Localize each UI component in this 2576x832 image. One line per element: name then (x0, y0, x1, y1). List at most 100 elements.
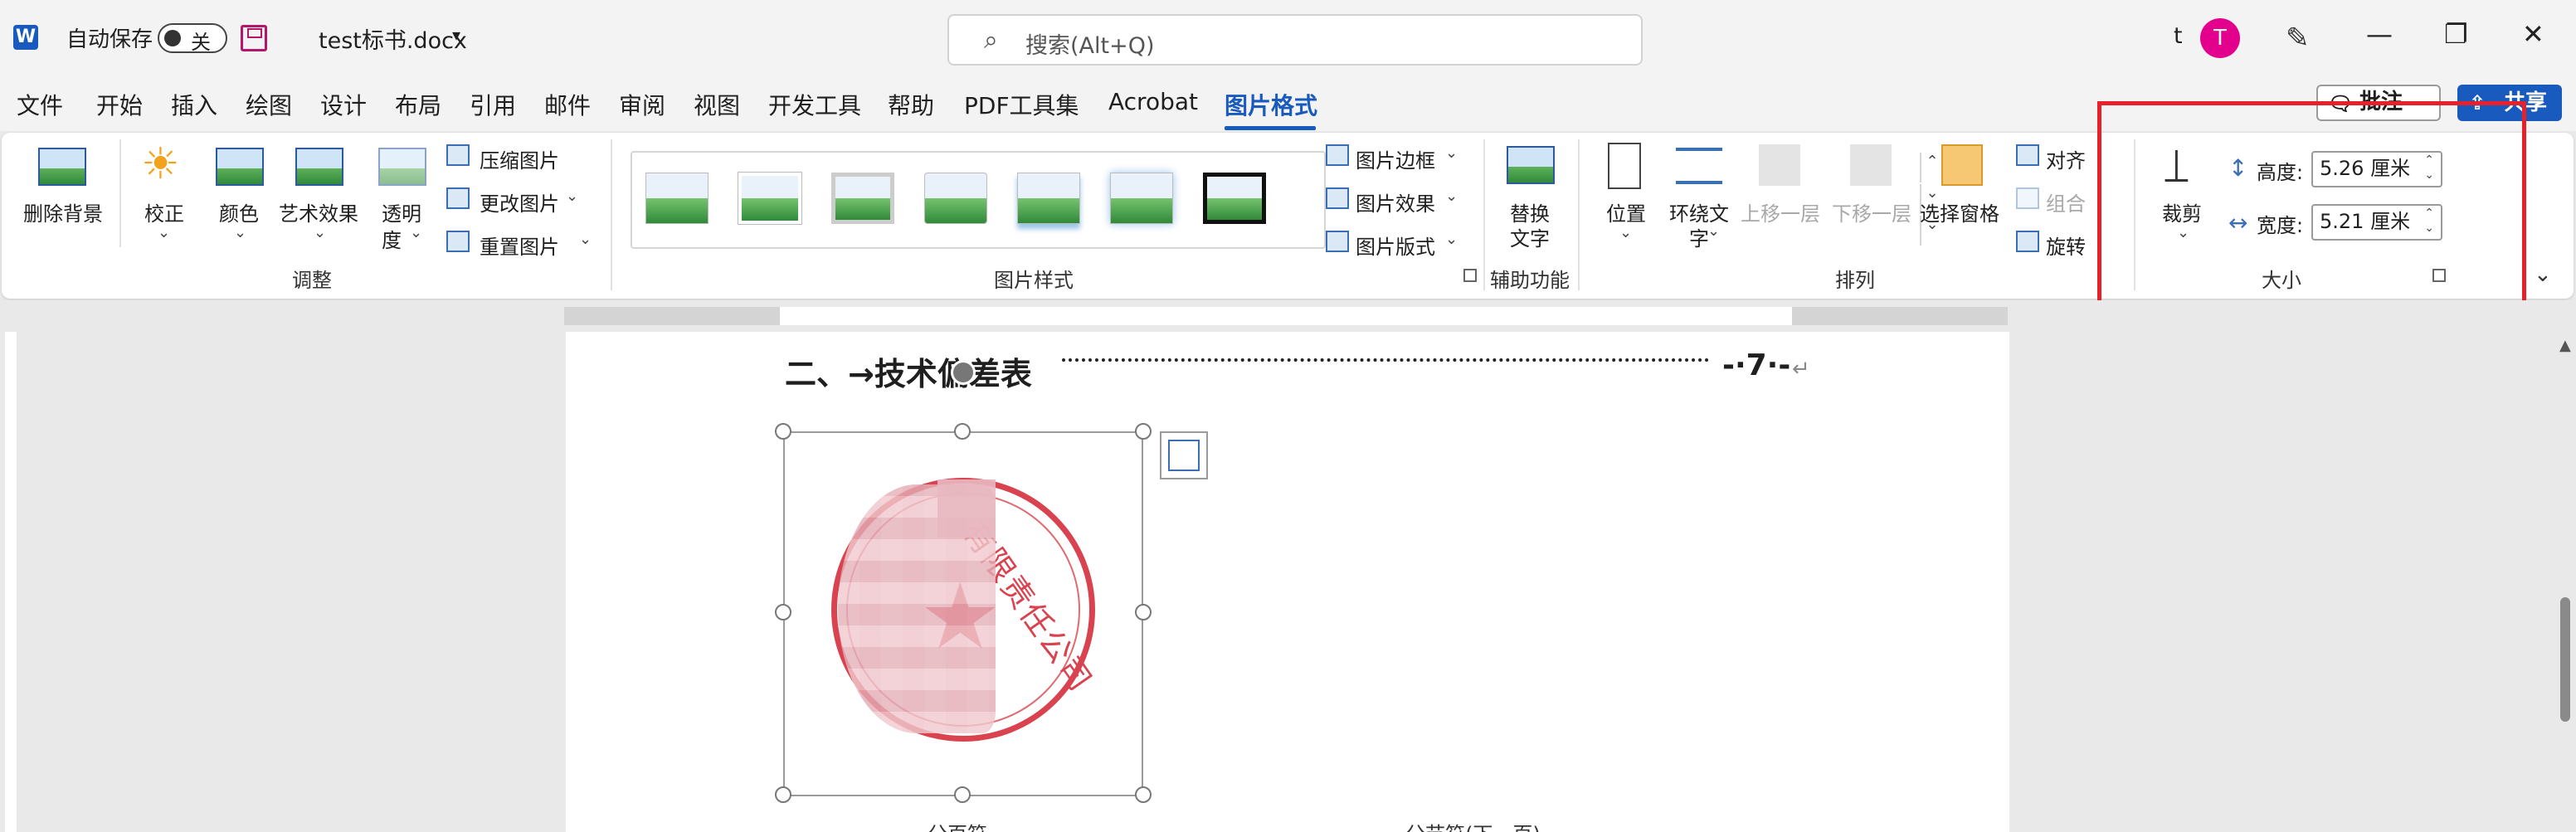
chevron-down-icon[interactable]: ⌄ (1445, 144, 1458, 162)
chevron-down-icon[interactable]: ⌄ (234, 224, 246, 241)
resize-handle-l[interactable] (775, 604, 791, 620)
picture-layout-icon[interactable] (1326, 231, 1349, 252)
style-thumb-1[interactable] (645, 173, 709, 224)
wrap-text-label-2[interactable]: 字 (1689, 222, 1709, 251)
minimize-icon[interactable]: — (2366, 18, 2393, 50)
group-divider (1578, 139, 1580, 290)
change-picture-icon[interactable] (446, 187, 470, 209)
tab-picture-format[interactable]: 图片格式 (1225, 88, 1317, 121)
chevron-down-icon[interactable]: ⌄ (158, 224, 170, 241)
chevron-down-icon[interactable]: ⌄ (579, 231, 592, 248)
tab-mailings[interactable]: 邮件 (544, 88, 591, 121)
compress-pictures-button[interactable]: 压缩图片 (480, 144, 559, 173)
resize-handle-t[interactable] (954, 423, 971, 440)
horizontal-ruler[interactable] (0, 300, 2576, 332)
align-button[interactable]: 对齐 (2046, 144, 2086, 173)
document-page[interactable] (566, 332, 2009, 832)
search-box[interactable]: ⌕ 搜索(Alt+Q) (947, 14, 1643, 66)
position-button[interactable]: 位置 (1606, 197, 1646, 226)
style-thumb-6[interactable] (1110, 173, 1173, 224)
picture-border-icon[interactable] (1326, 144, 1349, 166)
tab-acrobat[interactable]: Acrobat (1108, 88, 1198, 115)
chevron-down-icon[interactable]: ⌄ (1619, 224, 1632, 241)
document-name[interactable]: test标书.docx (319, 22, 467, 55)
save-icon[interactable] (241, 25, 267, 51)
compress-pictures-icon[interactable] (446, 144, 470, 166)
artistic-effects-icon[interactable] (295, 148, 343, 186)
reset-picture-icon[interactable] (446, 231, 470, 252)
tab-home[interactable]: 开始 (96, 88, 143, 121)
scrollbar-thumb[interactable] (2560, 597, 2570, 722)
tab-review[interactable]: 审阅 (619, 88, 665, 121)
transparency-icon[interactable] (378, 148, 426, 186)
reset-picture-button[interactable]: 重置图片 (480, 231, 559, 260)
resize-handle-tl[interactable] (775, 423, 791, 440)
picture-effects-icon[interactable] (1326, 187, 1349, 209)
color-button[interactable]: 颜色 (219, 197, 259, 226)
artistic-effects-button[interactable]: 艺术效果 (279, 197, 358, 226)
tab-layout[interactable]: 布局 (395, 88, 441, 121)
resize-handle-bl[interactable] (775, 786, 791, 803)
chevron-down-icon[interactable]: ⌄ (410, 224, 422, 241)
gallery-scroll-up[interactable]: ⌃ (1920, 153, 1943, 182)
rotate-button[interactable]: 旋转 (2046, 231, 2086, 260)
chevron-down-icon[interactable]: ⌄ (566, 187, 578, 205)
vertical-ruler[interactable] (0, 332, 25, 832)
chevron-down-icon[interactable]: ⌄ (314, 224, 326, 241)
transparency-label-2[interactable]: 度 (382, 224, 402, 253)
change-picture-button[interactable]: 更改图片 (480, 187, 559, 217)
style-thumb-7[interactable] (1203, 173, 1266, 224)
resize-handle-r[interactable] (1135, 604, 1152, 620)
picture-effects-button[interactable]: 图片效果 (1356, 187, 1435, 217)
align-icon[interactable] (2016, 144, 2039, 166)
selection-pane-button[interactable]: 选择窗格 (1920, 197, 1999, 226)
wrap-text-icon[interactable] (1676, 148, 1722, 184)
selection-pane-icon[interactable] (1941, 144, 1983, 186)
ribbon-collapse-icon[interactable]: ⌄ (2534, 262, 2552, 287)
restore-icon[interactable]: ❐ (2444, 18, 2468, 50)
alt-text-label-2[interactable]: 文字 (1510, 222, 1550, 251)
chevron-down-icon[interactable]: ▾ (452, 25, 460, 45)
remove-background-icon[interactable] (38, 148, 86, 186)
tab-developer[interactable]: 开发工具 (768, 88, 861, 121)
pen-icon[interactable]: ✎ (2286, 22, 2310, 55)
tab-help[interactable]: 帮助 (888, 88, 934, 121)
avatar[interactable]: T (2200, 18, 2240, 58)
close-icon[interactable]: ✕ (2522, 18, 2544, 50)
tab-pdf-tools[interactable]: PDF工具集 (964, 88, 1079, 121)
tab-view[interactable]: 视图 (694, 88, 740, 121)
tab-references[interactable]: 引用 (470, 88, 516, 121)
rotate-icon[interactable] (2016, 231, 2039, 252)
chevron-down-icon[interactable]: ⌄ (1707, 222, 1720, 240)
alt-text-icon[interactable] (1507, 146, 1555, 184)
tab-insert[interactable]: 插入 (171, 88, 217, 121)
dialog-launcher-icon[interactable] (1463, 269, 1477, 282)
chevron-down-icon[interactable]: ⌄ (1445, 231, 1458, 248)
style-thumb-5[interactable] (1017, 173, 1080, 224)
position-icon[interactable] (1608, 143, 1641, 189)
picture-border-button[interactable]: 图片边框 (1356, 144, 1435, 173)
vertical-scrollbar[interactable]: ▲ (2555, 332, 2576, 832)
style-thumb-3[interactable] (831, 173, 894, 224)
style-thumb-2[interactable] (738, 173, 801, 224)
picture-layout-button[interactable]: 图片版式 (1356, 231, 1435, 260)
corrections-sun-icon[interactable]: ☀ (141, 143, 180, 186)
autosave-toggle[interactable]: 关 (158, 23, 227, 54)
tab-draw[interactable]: 绘图 (246, 88, 292, 121)
image-selection-frame[interactable] (783, 431, 1143, 796)
style-thumb-4[interactable] (924, 173, 987, 224)
remove-background-button[interactable]: 删除背景 (23, 197, 103, 226)
resize-handle-tr[interactable] (1135, 423, 1152, 440)
toc-heading[interactable]: 二、→技术偏差表 (785, 348, 1032, 394)
scroll-up-icon[interactable]: ▲ (2559, 337, 2571, 354)
resize-handle-b[interactable] (954, 786, 971, 803)
rotate-handle[interactable] (951, 360, 976, 385)
corrections-button[interactable]: 校正 (144, 197, 184, 226)
tab-file[interactable]: 文件 (17, 88, 63, 121)
layout-options-button[interactable] (1160, 431, 1208, 479)
color-icon[interactable] (216, 148, 264, 186)
chevron-down-icon[interactable]: ⌄ (1445, 187, 1458, 205)
resize-handle-br[interactable] (1135, 786, 1152, 803)
tab-design[interactable]: 设计 (320, 88, 367, 121)
transparency-label-1[interactable]: 透明 (382, 197, 421, 226)
